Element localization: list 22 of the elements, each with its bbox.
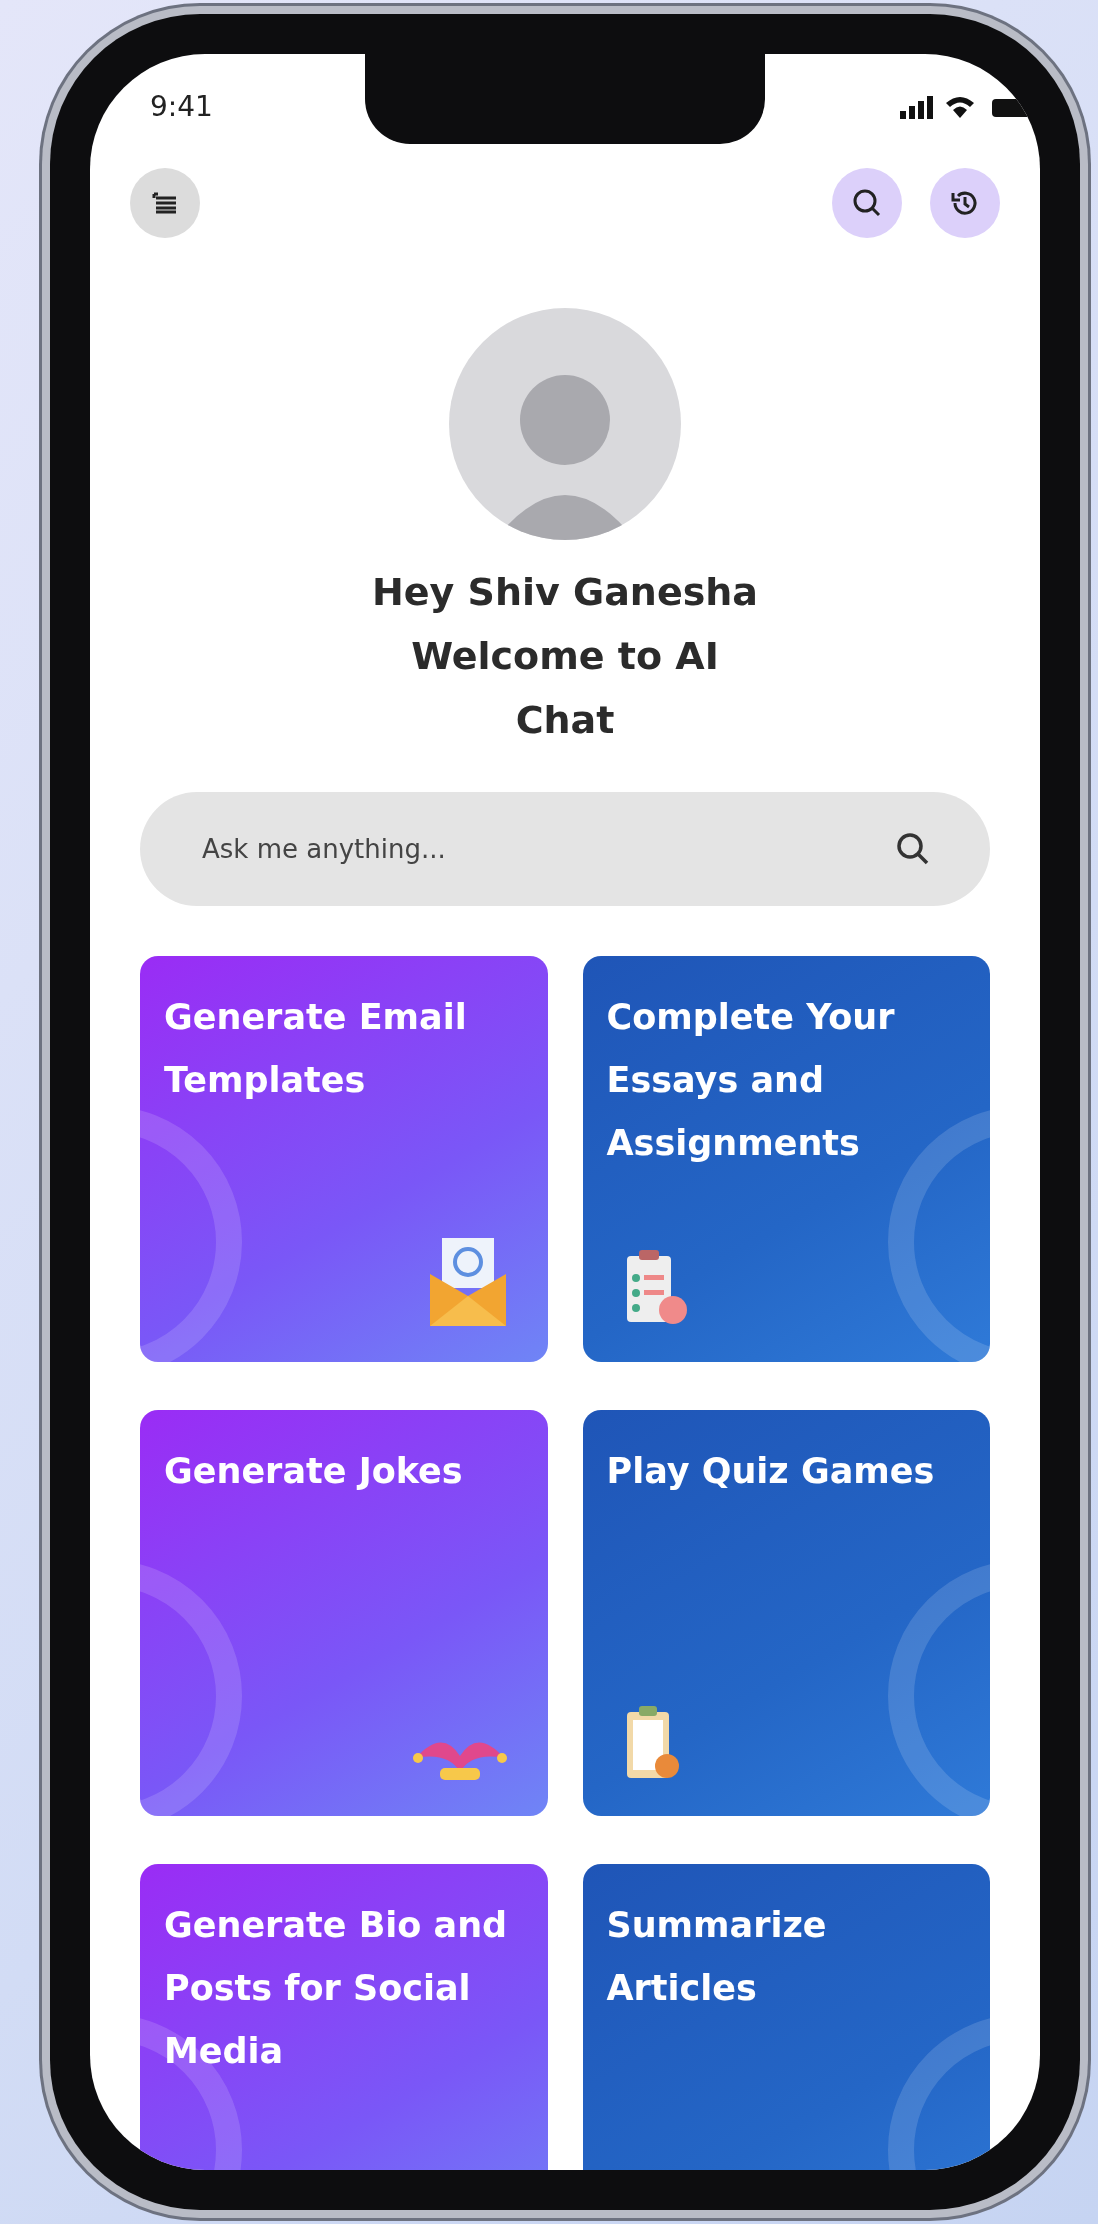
feature-card[interactable]: Generate Email Templates xyxy=(140,956,548,1362)
card-title: Summarize Articles xyxy=(606,1904,828,2010)
feature-card[interactable]: Generate Bio and Posts for Social Media xyxy=(140,1864,548,2170)
search-icon xyxy=(852,188,882,218)
search-input[interactable]: Ask me anything... xyxy=(200,833,896,865)
wifi-icon xyxy=(946,96,974,118)
welcome-text: Welcome to AI Chat xyxy=(410,633,720,744)
feature-card[interactable]: Complete Your Essays and Assignments xyxy=(582,956,990,1362)
search-field[interactable]: Ask me anything... xyxy=(140,792,990,906)
card-title: Generate Jokes xyxy=(164,1450,464,1493)
greeting-text: Hey Shiv Ganesha xyxy=(371,569,759,616)
feature-card[interactable]: Play Quiz Games xyxy=(582,1410,990,1816)
feature-card[interactable]: Generate Jokes xyxy=(140,1410,548,1816)
status-time: 9:41 xyxy=(150,90,213,123)
card-title: Complete Your Essays and Assignments xyxy=(606,996,896,1165)
menu-icon xyxy=(152,191,178,215)
feature-card[interactable]: Summarize Articles xyxy=(582,1864,990,2170)
card-title: Generate Bio and Posts for Social Media xyxy=(164,1904,509,2073)
signal-icon xyxy=(900,95,933,119)
search-icon xyxy=(896,832,930,866)
card-title: Play Quiz Games xyxy=(606,1450,936,1493)
card-title: Generate Email Templates xyxy=(164,996,468,1102)
